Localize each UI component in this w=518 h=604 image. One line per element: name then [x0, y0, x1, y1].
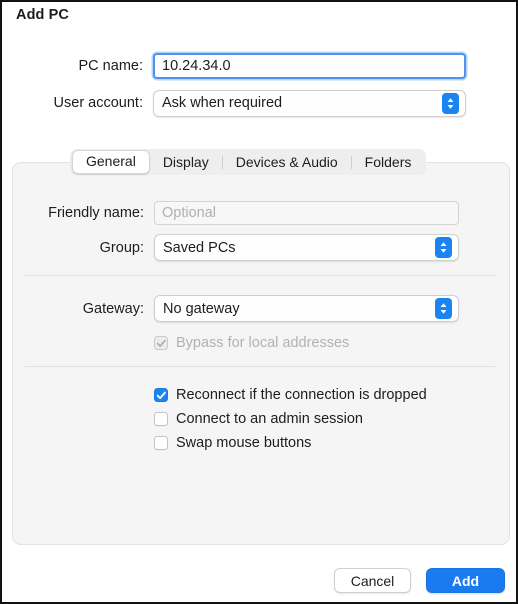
friendly-name-label: Friendly name: [48, 204, 144, 221]
gateway-popup-button[interactable]: No gateway [154, 295, 459, 322]
group-field-wrap: Saved PCs [154, 234, 459, 261]
tab-folders[interactable]: Folders [352, 151, 425, 173]
swap-mouse-buttons-option-row[interactable]: Swap mouse buttons [154, 433, 311, 453]
swap-mouse-buttons-label: Swap mouse buttons [176, 435, 312, 451]
reconnect-option-row[interactable]: Reconnect if the connection is dropped [154, 385, 427, 405]
tab-devices-audio[interactable]: Devices & Audio [223, 151, 351, 173]
section-divider [25, 366, 495, 367]
cancel-button[interactable]: Cancel [334, 568, 411, 593]
chevron-up-down-icon [435, 298, 452, 319]
tab-display[interactable]: Display [150, 151, 222, 173]
gateway-field-wrap: No gateway [154, 295, 459, 322]
group-row: Group: Saved PCs [13, 234, 511, 261]
tab-bar: General Display Devices & Audio Folders [70, 149, 427, 175]
admin-session-label: Connect to an admin session [176, 411, 363, 427]
admin-session-checkbox[interactable] [154, 412, 168, 426]
friendly-name-field-wrap [154, 200, 459, 225]
pc-name-row: PC name: [2, 53, 516, 79]
user-account-label: User account: [53, 95, 143, 111]
friendly-name-row: Friendly name: [13, 199, 511, 226]
add-pc-dialog: Add PC PC name: User account: Ask when r… [0, 0, 518, 604]
gateway-value: No gateway [163, 300, 240, 317]
pc-name-label: PC name: [78, 58, 143, 74]
user-account-row: User account: Ask when required [2, 89, 516, 117]
admin-session-option-row[interactable]: Connect to an admin session [154, 409, 363, 429]
group-popup-button[interactable]: Saved PCs [154, 234, 459, 261]
user-account-popup-button[interactable]: Ask when required [153, 89, 466, 117]
general-tab-panel: Friendly name: Group: Saved PCs [12, 162, 510, 545]
tab-general[interactable]: General [72, 150, 150, 174]
bypass-local-addresses-row[interactable]: Bypass for local addresses [154, 333, 349, 353]
user-account-value: Ask when required [162, 95, 283, 111]
gateway-row: Gateway: No gateway [13, 295, 511, 322]
add-button[interactable]: Add [426, 568, 505, 593]
gateway-label: Gateway: [82, 300, 144, 317]
swap-mouse-buttons-checkbox[interactable] [154, 436, 168, 450]
bypass-local-addresses-label: Bypass for local addresses [176, 335, 350, 351]
pc-name-input[interactable] [153, 53, 466, 79]
group-value: Saved PCs [163, 239, 236, 256]
group-label: Group: [99, 239, 144, 256]
page-title: Add PC [16, 7, 69, 23]
friendly-name-input[interactable] [154, 200, 459, 225]
reconnect-checkbox[interactable] [154, 388, 168, 402]
reconnect-label: Reconnect if the connection is dropped [176, 387, 427, 403]
chevron-up-down-icon [435, 237, 452, 258]
section-divider [25, 275, 495, 276]
bypass-local-addresses-checkbox[interactable] [154, 336, 168, 350]
chevron-up-down-icon [442, 92, 459, 114]
user-account-field-wrap: Ask when required [153, 89, 466, 117]
pc-name-field-wrap [153, 53, 466, 79]
